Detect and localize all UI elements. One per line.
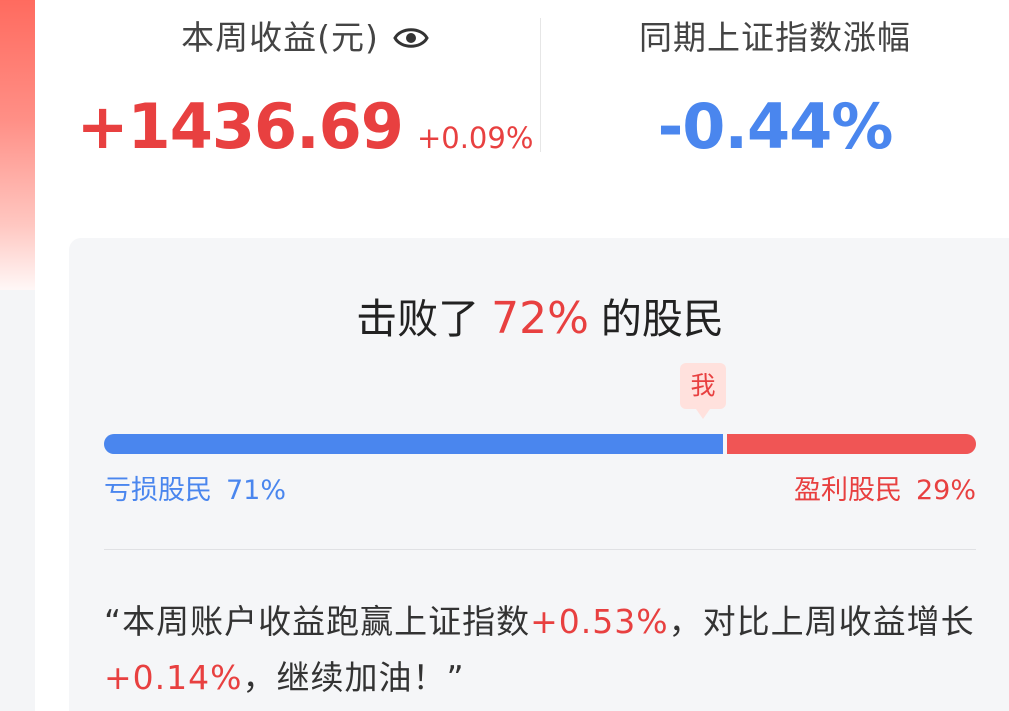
weekly-income-pct: +0.09% bbox=[416, 121, 534, 155]
index-change-label: 同期上证指数涨幅 bbox=[639, 18, 911, 57]
card-divider bbox=[104, 549, 976, 550]
gain-pct: 29% bbox=[915, 475, 976, 506]
left-background-strip bbox=[0, 290, 35, 711]
index-change-stat: 同期上证指数涨幅 -0.44% bbox=[560, 14, 990, 158]
gain-legend: 盈利股民 29% bbox=[794, 468, 976, 507]
summary-highlight-2: +0.14% bbox=[104, 658, 243, 697]
weekly-income-label: 本周收益(元) bbox=[181, 18, 379, 57]
loss-pct: 71% bbox=[226, 475, 287, 506]
gain-segment bbox=[727, 434, 976, 454]
beat-prefix: 击败了 bbox=[356, 295, 480, 343]
summary-text: “本周账户收益跑赢上证指数+0.53%，对比上周收益增长 +0.14%，继续加油！… bbox=[104, 594, 984, 706]
beat-pct: 72% bbox=[491, 293, 589, 344]
weekly-income-value: +1436.69 bbox=[76, 90, 404, 163]
summary-part-1: “本周账户收益跑赢上证指数 bbox=[104, 602, 531, 641]
distribution-bar bbox=[104, 434, 976, 454]
left-accent-strip bbox=[0, 0, 35, 300]
loss-legend: 亏损股民 71% bbox=[104, 468, 286, 507]
me-marker-tag: 我 bbox=[680, 363, 726, 419]
eye-icon[interactable] bbox=[393, 24, 429, 52]
stats-divider bbox=[540, 18, 541, 152]
loss-segment bbox=[104, 434, 724, 454]
gain-label: 盈利股民 bbox=[793, 475, 902, 506]
summary-highlight-1: +0.53% bbox=[530, 602, 669, 641]
weekly-income-stat: 本周收益(元) +1436.69 +0.09% bbox=[77, 14, 534, 158]
index-change-value: -0.44% bbox=[657, 90, 894, 163]
beat-suffix: 的股民 bbox=[600, 295, 724, 343]
loss-label: 亏损股民 bbox=[104, 475, 212, 506]
summary-part-3: ，继续加油！” bbox=[242, 658, 465, 697]
summary-part-2: ，对比上周收益增长 bbox=[668, 602, 975, 641]
beat-headline: 击败了 72% 的股民 bbox=[0, 289, 1009, 349]
